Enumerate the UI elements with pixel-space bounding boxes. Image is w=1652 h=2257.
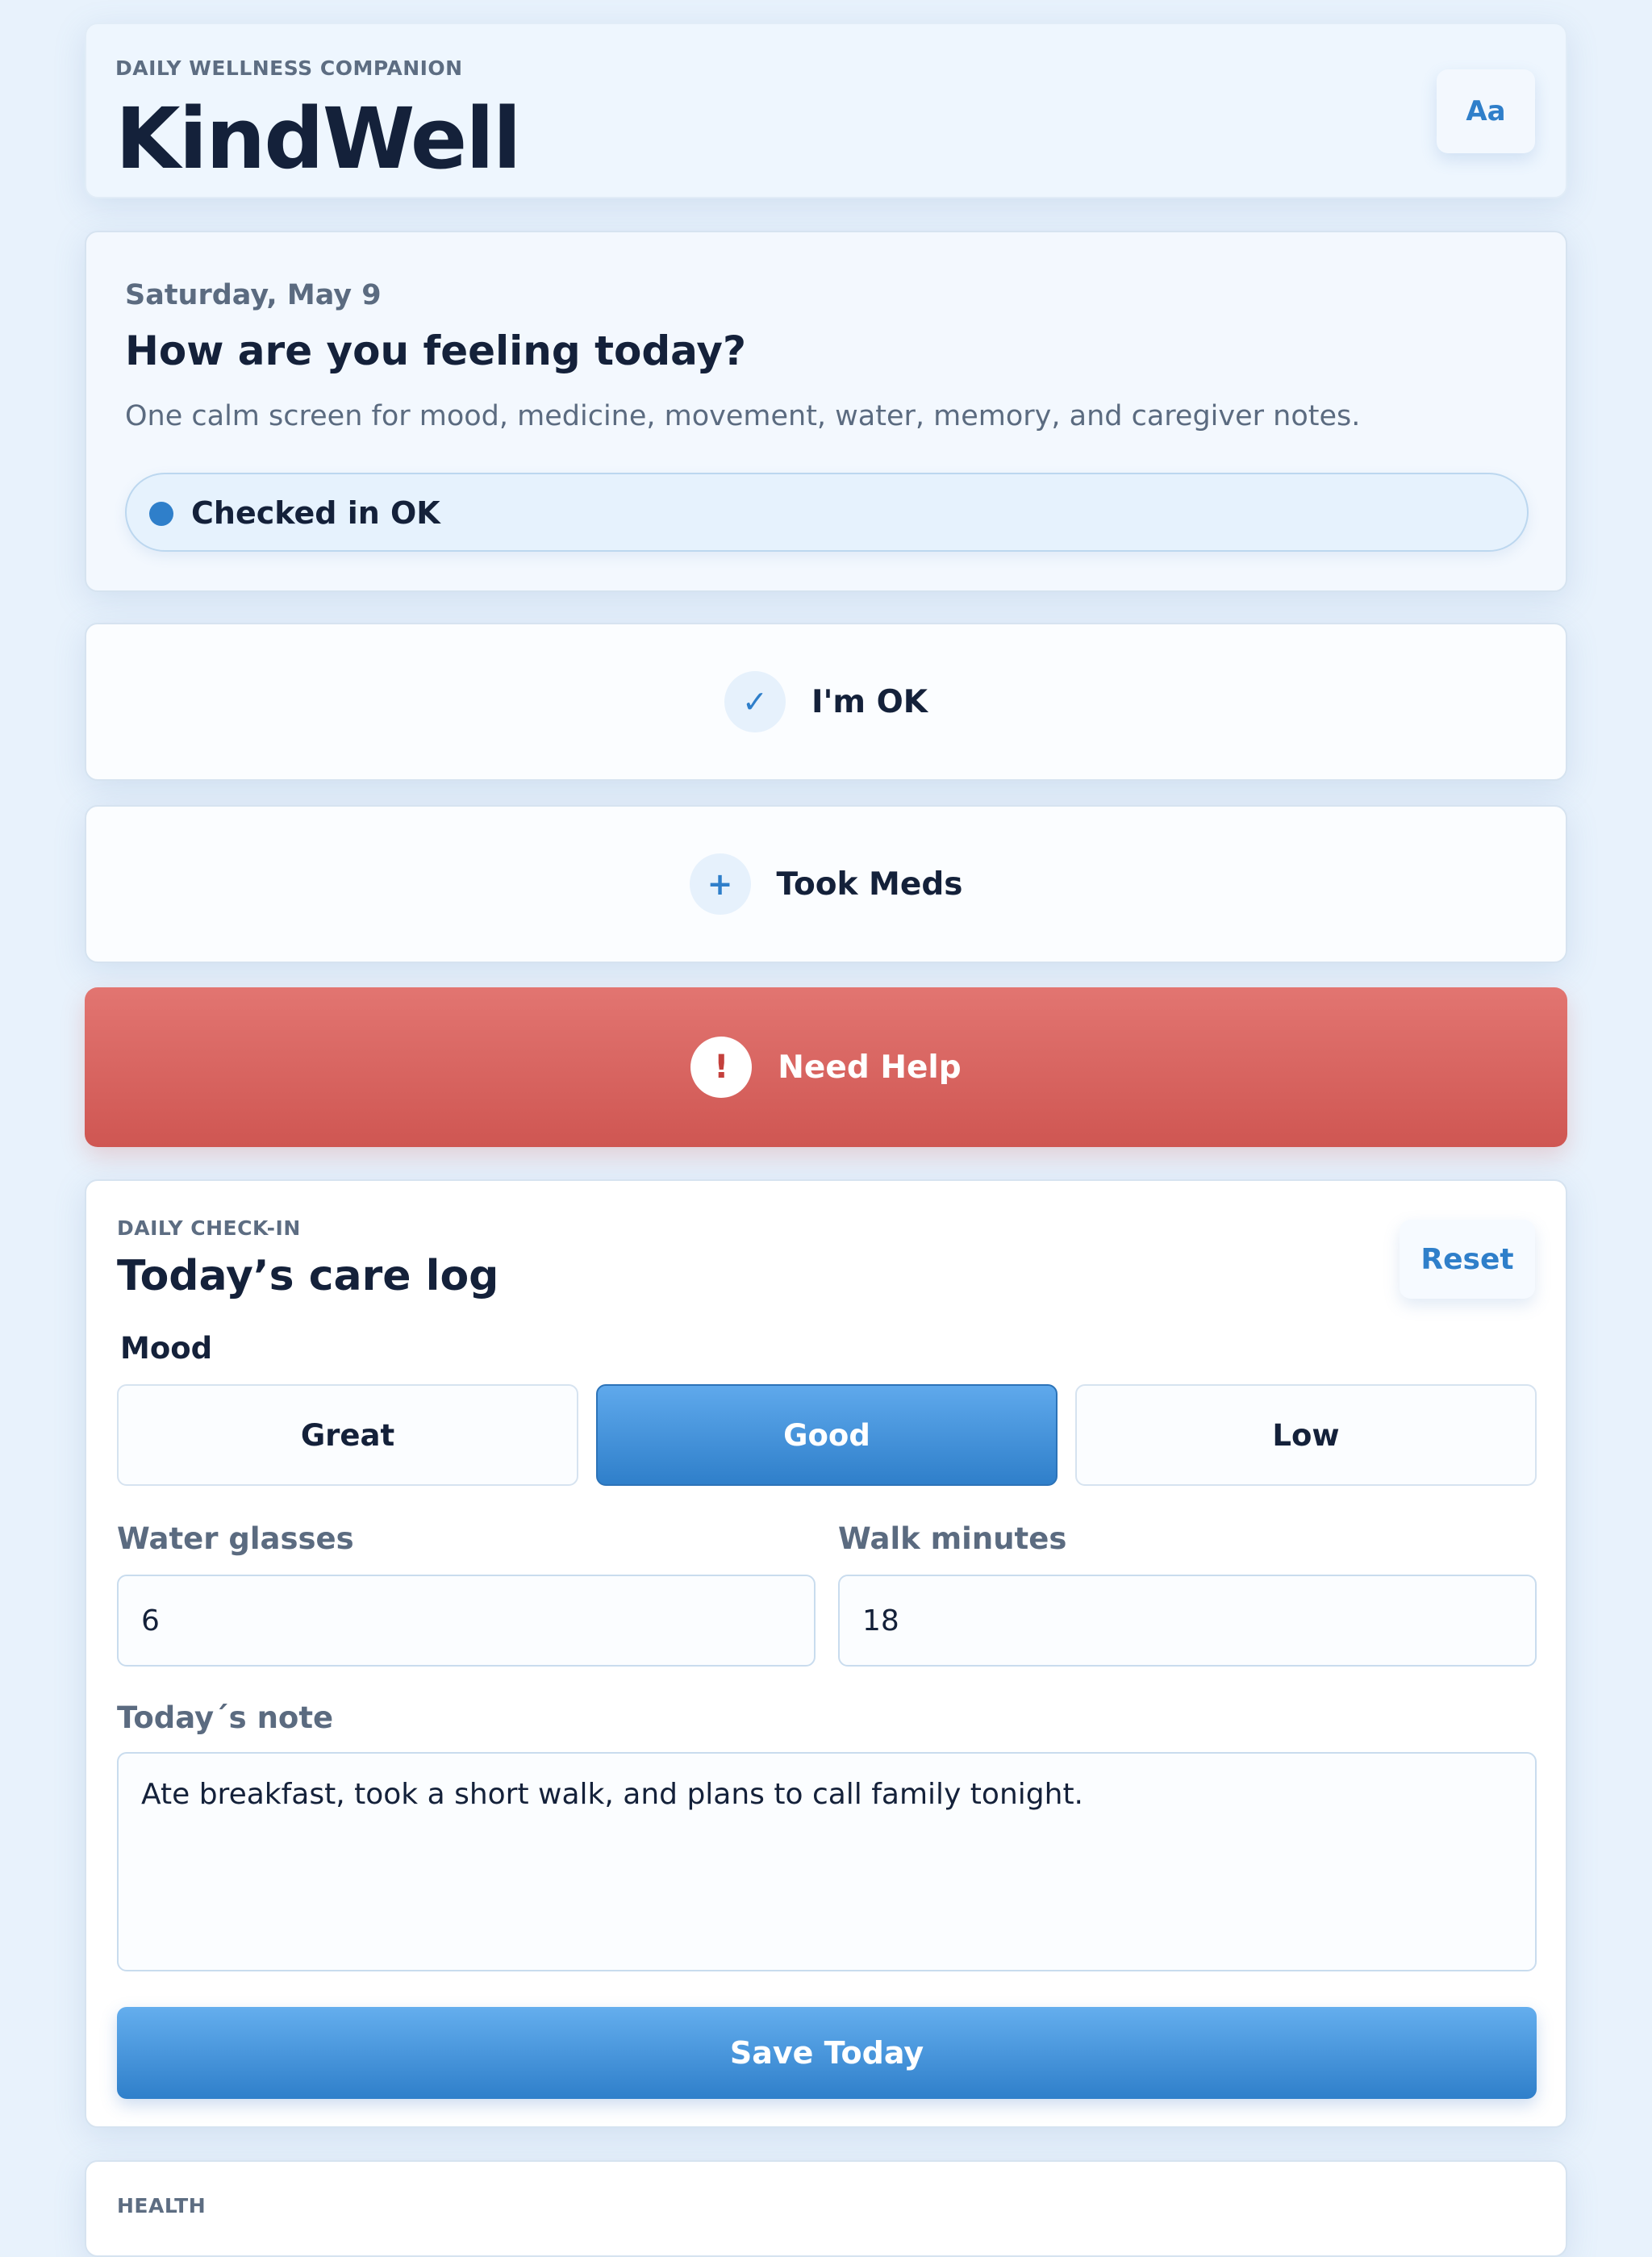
mood-option-great[interactable]: Great: [117, 1384, 578, 1486]
save-today-button[interactable]: Save Today: [117, 2007, 1537, 2099]
water-glasses-label: Water glasses: [117, 1521, 354, 1556]
walk-minutes-label: Walk minutes: [838, 1521, 1067, 1556]
walk-minutes-input[interactable]: 18: [838, 1575, 1537, 1667]
plus-icon: +: [689, 853, 751, 915]
took-meds-button[interactable]: + Took Meds: [85, 805, 1567, 963]
mood-option-good[interactable]: Good: [596, 1384, 1058, 1486]
app-page: DAILY WELLNESS COMPANION KindWell Aa Sat…: [0, 0, 1652, 2257]
reset-button[interactable]: Reset: [1400, 1220, 1535, 1299]
app-tagline: DAILY WELLNESS COMPANION: [115, 56, 463, 80]
status-dot-icon: [149, 502, 173, 526]
app-header: DAILY WELLNESS COMPANION KindWell Aa: [85, 23, 1567, 198]
mood-label: Mood: [120, 1331, 213, 1366]
greeting-subtitle: One calm screen for mood, medicine, move…: [125, 400, 1361, 432]
greeting-card: Saturday, May 9 How are you feeling toda…: [85, 231, 1567, 592]
care-log-title: Today’s care log: [117, 1252, 499, 1300]
im-ok-button[interactable]: ✓ I'm OK: [85, 623, 1567, 781]
todays-note-label: Today´s note: [117, 1700, 334, 1735]
todays-note-textarea[interactable]: Ate breakfast, took a short walk, and pl…: [117, 1752, 1537, 1971]
app-title: KindWell: [115, 90, 522, 188]
text-size-button[interactable]: Aa: [1437, 69, 1535, 153]
health-eyebrow: HEALTH: [117, 2194, 206, 2217]
care-log-card: DAILY CHECK-IN Today’s care log Reset Mo…: [85, 1179, 1567, 2128]
health-card: HEALTH: [85, 2160, 1567, 2257]
water-glasses-input[interactable]: 6: [117, 1575, 816, 1667]
mood-option-low[interactable]: Low: [1075, 1384, 1537, 1486]
checkin-status-text: Checked in OK: [191, 495, 440, 531]
took-meds-label: Took Meds: [776, 866, 963, 903]
checkmark-icon: ✓: [724, 671, 786, 732]
current-date: Saturday, May 9: [125, 279, 382, 311]
im-ok-label: I'm OK: [811, 683, 928, 720]
alert-icon: !: [690, 1037, 753, 1098]
care-log-eyebrow: DAILY CHECK-IN: [117, 1216, 301, 1240]
checkin-status-badge: Checked in OK: [125, 473, 1529, 552]
need-help-label: Need Help: [778, 1049, 962, 1086]
greeting-question: How are you feeling today?: [125, 327, 746, 374]
need-help-button[interactable]: ! Need Help: [85, 987, 1567, 1147]
